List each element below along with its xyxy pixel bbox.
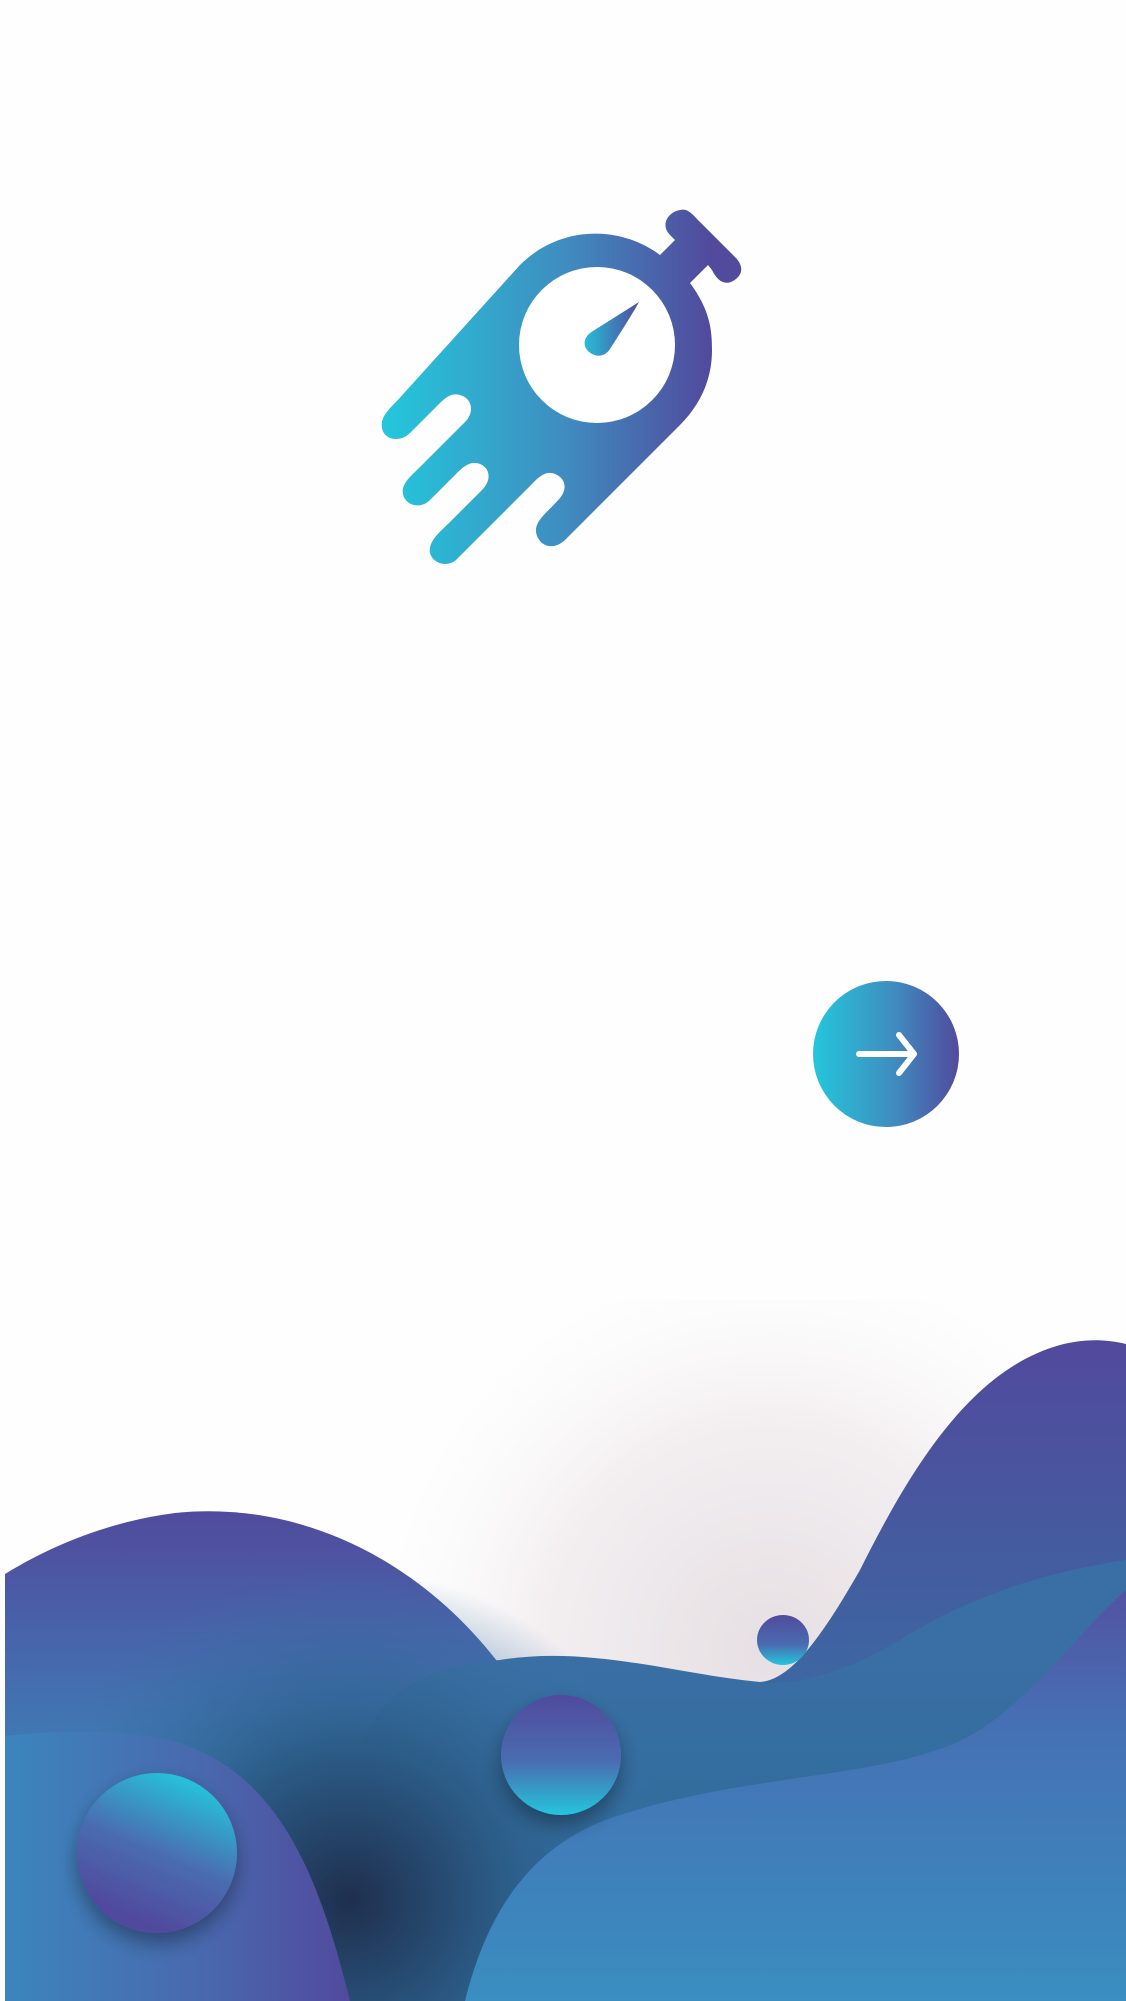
next-button[interactable]: [813, 981, 959, 1127]
bubble-large: [77, 1773, 237, 1933]
splash-screen: [0, 0, 1126, 2001]
bubble-small: [757, 1615, 809, 1665]
wave-background: [0, 1300, 1126, 2001]
speed-rocket-stopwatch-icon: [381, 209, 742, 564]
bubble-medium: [501, 1695, 621, 1815]
arrow-right-icon: [856, 1032, 917, 1076]
